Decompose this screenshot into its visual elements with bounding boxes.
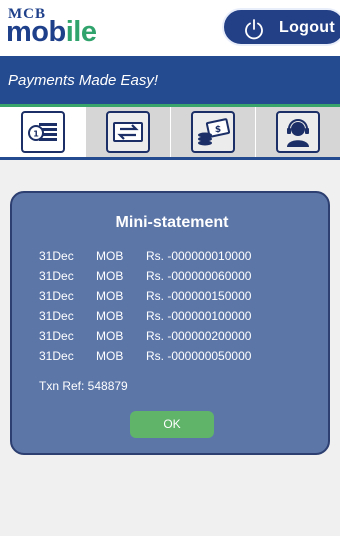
- svg-text:1: 1: [33, 130, 39, 139]
- transaction-type: MOB: [96, 249, 124, 263]
- transaction-amount: Rs. -000000200000: [146, 329, 252, 343]
- transaction-amount: Rs. -000000100000: [146, 309, 252, 323]
- transaction-date: 31Dec: [39, 269, 74, 283]
- transaction-row: 31Dec MOB Rs. -000000050000: [39, 349, 319, 365]
- support-agent-icon: [286, 119, 309, 147]
- logout-button[interactable]: Logout: [222, 8, 340, 46]
- transaction-amount: Rs. -000000150000: [146, 289, 252, 303]
- transaction-row: 31Dec MOB Rs. -000000100000: [39, 309, 319, 325]
- mini-statement-dialog: Mini-statement 31Dec MOB Rs. -0000000100…: [10, 191, 330, 455]
- tab-support[interactable]: [255, 107, 340, 157]
- transaction-reference: Txn Ref: 548879: [39, 379, 128, 393]
- main-tabs: 1 $: [0, 107, 340, 157]
- tab-transfer[interactable]: [85, 107, 170, 157]
- svg-text:$: $: [214, 125, 220, 135]
- transaction-amount: Rs. -000000050000: [146, 349, 252, 363]
- tab-bill-payment[interactable]: $: [170, 107, 255, 157]
- bill-payment-icon: $: [197, 118, 230, 146]
- transaction-date: 31Dec: [39, 249, 74, 263]
- statement-icon: 1: [27, 123, 57, 141]
- transaction-date: 31Dec: [39, 289, 74, 303]
- logo-mobile-part-a: mob: [6, 16, 66, 48]
- transaction-type: MOB: [96, 309, 124, 323]
- tab-statement[interactable]: 1: [0, 107, 85, 157]
- transaction-type: MOB: [96, 329, 124, 343]
- tagline-banner: Payments Made Easy!: [0, 56, 340, 104]
- tagline-text: Payments Made Easy!: [8, 72, 159, 89]
- logout-label: Logout: [279, 19, 335, 36]
- power-icon: [245, 19, 263, 40]
- transaction-type: MOB: [96, 349, 124, 363]
- transaction-row: 31Dec MOB Rs. -000000060000: [39, 269, 319, 285]
- logo-mobile-part-b: ile: [65, 16, 97, 48]
- transaction-type: MOB: [96, 289, 124, 303]
- app-header: MCB mobile Logout: [0, 0, 340, 56]
- transaction-date: 31Dec: [39, 309, 74, 323]
- transaction-type: MOB: [96, 269, 124, 283]
- ok-button[interactable]: OK: [130, 411, 214, 438]
- transaction-date: 31Dec: [39, 329, 74, 343]
- logo-mobile-text: mobile: [6, 16, 97, 49]
- transaction-row: 31Dec MOB Rs. -000000200000: [39, 329, 319, 345]
- transaction-date: 31Dec: [39, 349, 74, 363]
- transaction-amount: Rs. -000000010000: [146, 249, 252, 263]
- transfer-icon: [112, 122, 143, 142]
- transaction-row: 31Dec MOB Rs. -000000010000: [39, 249, 319, 265]
- dialog-title: Mini-statement: [115, 214, 229, 231]
- transaction-row: 31Dec MOB Rs. -000000150000: [39, 289, 319, 305]
- transaction-amount: Rs. -000000060000: [146, 269, 252, 283]
